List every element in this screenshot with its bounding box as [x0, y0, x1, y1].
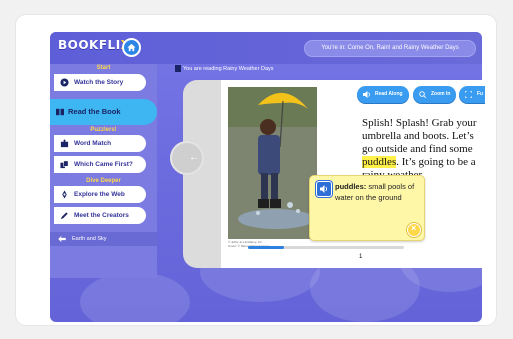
- earth-and-sky-link[interactable]: Earth and Sky: [50, 232, 157, 246]
- read-book-label: Read the Book: [68, 107, 121, 116]
- fullscreen-label: Fu: [477, 91, 484, 97]
- zoom-in-label: Zoom In: [431, 91, 451, 97]
- story-text: Splish! Splash! Grab your umbrella and b…: [362, 117, 482, 182]
- page-progress-bar[interactable]: [248, 246, 404, 249]
- read-book-button[interactable]: Read the Book: [50, 99, 157, 125]
- highlighted-word[interactable]: puddles: [362, 156, 397, 168]
- pronounce-button[interactable]: [316, 181, 332, 197]
- page-number: 1: [359, 254, 363, 260]
- page: BOOKFLIX You're in: Come On, Rain! and R…: [0, 0, 513, 339]
- meet-creators-button[interactable]: Meet the Creators: [54, 207, 146, 224]
- book-icon: [56, 108, 64, 116]
- section-heading-dive-deeper: Dive Deeper: [86, 178, 121, 184]
- compass-icon: [62, 190, 67, 199]
- now-reading-label: You are reading Rainy Weather Days: [175, 65, 274, 72]
- back-arrow-icon: [58, 236, 66, 242]
- book-icon: [175, 65, 181, 72]
- close-popup-button[interactable]: ×: [407, 223, 421, 237]
- close-icon: ×: [411, 223, 417, 233]
- read-along-label: Read Along: [375, 91, 403, 97]
- watch-story-button[interactable]: Watch the Story: [54, 74, 146, 91]
- earth-and-sky-label: Earth and Sky: [72, 236, 107, 242]
- zoom-icon: [419, 91, 426, 98]
- zoom-in-button[interactable]: Zoom In: [413, 86, 457, 103]
- section-heading-puzzlers: Puzzlers!: [90, 127, 117, 133]
- location-breadcrumb: You're in: Come On, Rain! and Rainy Weat…: [304, 40, 476, 57]
- which-came-first-label: Which Came First?: [74, 161, 133, 168]
- explore-web-label: Explore the Web: [74, 191, 125, 198]
- puzzle-icon: [60, 139, 69, 148]
- now-reading-text: You are reading Rainy Weather Days: [183, 66, 274, 72]
- speaker-icon: [363, 91, 370, 98]
- word-match-label: Word Match: [74, 140, 112, 147]
- watch-story-label: Watch the Story: [74, 79, 124, 86]
- story-photo: [228, 87, 317, 239]
- which-came-first-button[interactable]: Which Came First?: [54, 156, 146, 173]
- left-arrow-icon: ←: [189, 152, 199, 163]
- explore-web-button[interactable]: Explore the Web: [54, 186, 146, 203]
- pencil-icon: [60, 212, 68, 220]
- meet-creators-label: Meet the Creators: [74, 212, 129, 219]
- background-cloud: [80, 272, 190, 322]
- story-text-before: Splish! Splash! Grab your umbrella and b…: [362, 117, 477, 155]
- home-button[interactable]: [122, 38, 141, 57]
- word-match-button[interactable]: Word Match: [54, 135, 146, 152]
- cards-icon: [60, 160, 69, 169]
- glossary-definition: puddles: small pools of water on the gro…: [335, 181, 423, 203]
- play-icon: [60, 78, 69, 87]
- previous-page-button[interactable]: ←: [170, 141, 204, 175]
- fullscreen-button[interactable]: Fu: [459, 86, 486, 103]
- top-bar: BOOKFLIX You're in: Come On, Rain! and R…: [50, 32, 482, 64]
- sound-icon: [320, 185, 327, 193]
- glossary-word: puddles:: [335, 182, 367, 191]
- section-heading-start: Start: [96, 65, 111, 71]
- logo-text: BOOKFLIX: [58, 38, 130, 52]
- sidebar: Start Watch the Story Read the Book Puzz…: [50, 64, 157, 278]
- read-along-button[interactable]: Read Along: [357, 86, 409, 103]
- bookflix-logo[interactable]: BOOKFLIX: [58, 38, 130, 52]
- glossary-popup: puddles: small pools of water on the gro…: [309, 175, 425, 241]
- page-progress-fill: [248, 246, 284, 249]
- child-with-umbrella-image: [228, 87, 317, 239]
- home-icon: [127, 43, 136, 52]
- fullscreen-icon: [465, 91, 472, 98]
